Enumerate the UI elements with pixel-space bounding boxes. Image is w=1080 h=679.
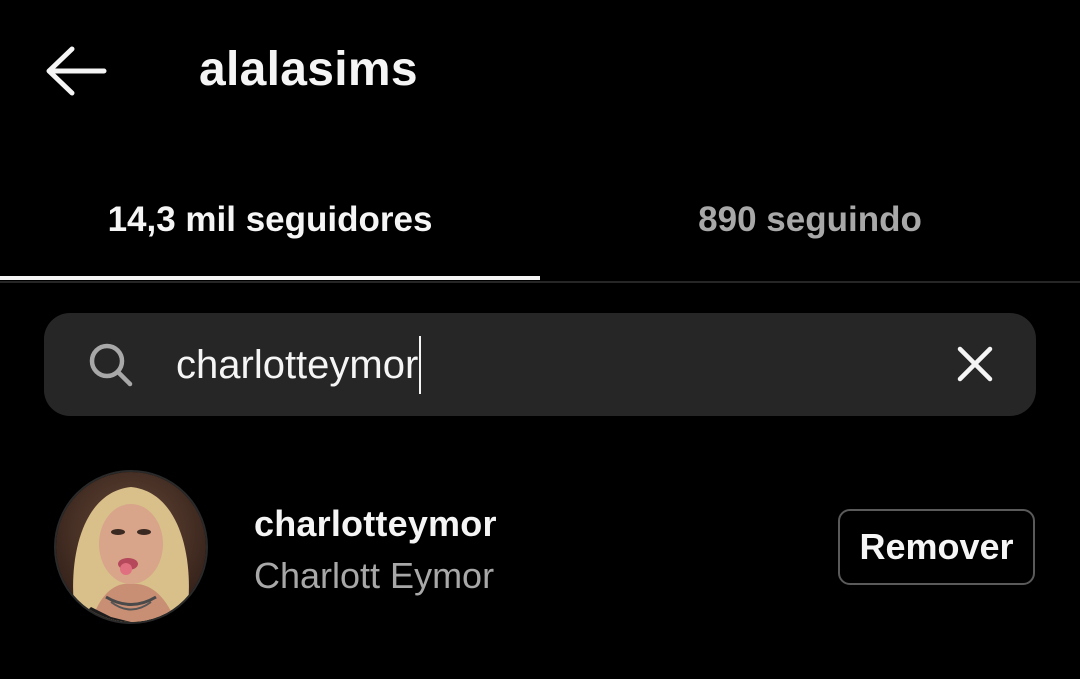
profile-username-title: alalasims bbox=[199, 43, 418, 96]
search-icon bbox=[89, 343, 133, 387]
arrow-left-icon bbox=[46, 46, 107, 96]
close-icon bbox=[957, 346, 993, 382]
user-info[interactable]: charlotteymor Charlott Eymor bbox=[254, 500, 497, 604]
tab-following[interactable]: 890 seguindo bbox=[540, 160, 1080, 280]
text-caret bbox=[419, 336, 422, 394]
avatar[interactable] bbox=[54, 470, 208, 624]
result-full-name: Charlott Eymor bbox=[254, 555, 495, 596]
avatar-photo bbox=[56, 472, 206, 622]
remove-follower-button[interactable]: Remover bbox=[838, 509, 1035, 585]
follow-tabs: 14,3 mil seguidores 890 seguindo bbox=[0, 160, 1080, 283]
top-app-bar: alalasims bbox=[0, 0, 1080, 140]
follower-list-item[interactable]: charlotteymor Charlott Eymor Remover bbox=[0, 462, 1080, 632]
search-input[interactable]: charlotteymor bbox=[176, 335, 422, 395]
result-username: charlotteymor bbox=[254, 503, 497, 544]
back-button[interactable] bbox=[36, 36, 116, 106]
search-bar[interactable]: charlotteymor bbox=[44, 313, 1036, 416]
clear-search-button[interactable] bbox=[950, 339, 1000, 389]
active-tab-indicator bbox=[0, 276, 540, 280]
search-input-value: charlotteymor bbox=[176, 343, 419, 387]
tab-followers[interactable]: 14,3 mil seguidores bbox=[0, 160, 540, 280]
tabs-divider bbox=[0, 281, 1080, 283]
